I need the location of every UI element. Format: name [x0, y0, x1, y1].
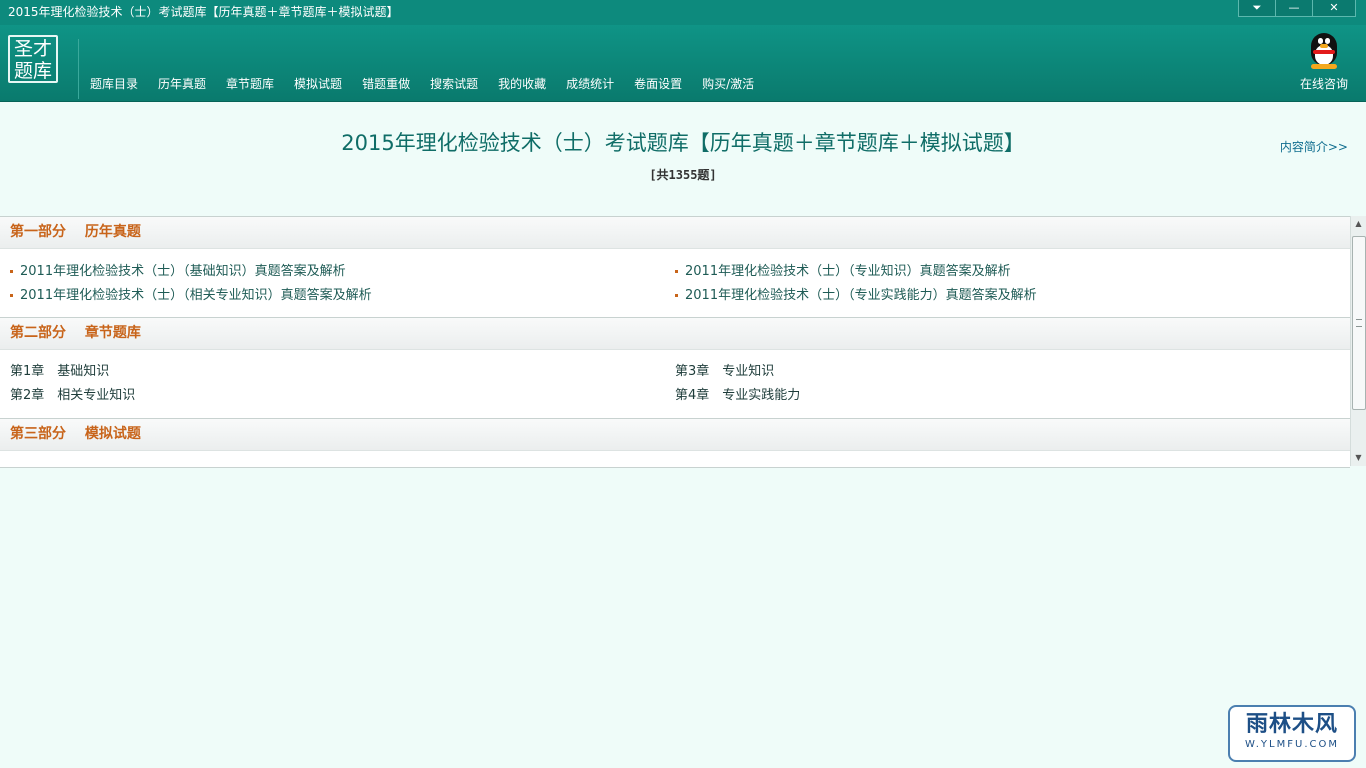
catalog-panel: 第一部分 历年真题 2011年理化检验技术（士）（基础知识）真题答案及解析 20… [0, 216, 1350, 468]
scrollbar-thumb[interactable] [1352, 236, 1366, 410]
list-item[interactable]: 2011年理化检验技术（士）（专业实践能力）真题答案及解析 [675, 287, 1037, 305]
qq-penguin-icon [1307, 33, 1341, 71]
list-item[interactable]: 2011年理化检验技术（士）（相关专业知识）真题答案及解析 [10, 287, 372, 305]
nav-chapter-bank[interactable]: 章节题库 [226, 75, 274, 93]
list-item[interactable]: 2011年理化检验技术（士）（基础知识）真题答案及解析 [10, 263, 346, 281]
title-bar: 2015年理化检验技术（士）考试题库【历年真题＋章节题库＋模拟试题】 ⏷ — ✕ [0, 0, 1366, 25]
vertical-scrollbar[interactable]: ▲ ▼ [1350, 216, 1366, 466]
header-toolbar: 圣才 题库 题库目录 历年真题 章节题库 模拟试题 错题重做 搜索试题 我的收藏… [0, 25, 1366, 102]
chapter-link[interactable]: 第2章 相关专业知识 [10, 387, 135, 405]
bullet-icon [675, 294, 678, 297]
nav-page-settings[interactable]: 卷面设置 [634, 75, 682, 93]
main-nav: 题库目录 历年真题 章节题库 模拟试题 错题重做 搜索试题 我的收藏 成绩统计 … [80, 75, 764, 93]
menu-dropdown-icon[interactable]: ⏷ [1238, 0, 1276, 17]
page-title: 2015年理化检验技术（士）考试题库【历年真题＋章节题库＋模拟试题】 [341, 131, 1025, 155]
nav-buy-activate[interactable]: 购买/激活 [702, 75, 754, 93]
section-heading-chapter-bank: 第二部分 章节题库 [0, 318, 1350, 350]
section-chapter-bank: 第1章 基础知识 第3章 专业知识 第2章 相关专业知识 第4章 专业实践能力 [0, 350, 1350, 419]
content-intro-link[interactable]: 内容简介>> [1280, 138, 1348, 155]
nav-mock-tests[interactable]: 模拟试题 [294, 75, 342, 93]
app-window: 2015年理化检验技术（士）考试题库【历年真题＋章节题库＋模拟试题】 ⏷ — ✕… [0, 0, 1366, 768]
nav-redo-wrong[interactable]: 错题重做 [362, 75, 410, 93]
watermark-sub: W.YLMFU.COM [1245, 739, 1339, 750]
question-count: [共1355题] [649, 168, 717, 182]
nav-past-exams[interactable]: 历年真题 [158, 75, 206, 93]
section-past-exams: 2011年理化检验技术（士）（基础知识）真题答案及解析 2011年理化检验技术（… [0, 249, 1350, 318]
chapter-link[interactable]: 第4章 专业实践能力 [675, 387, 800, 405]
bullet-icon [10, 270, 13, 273]
section-heading-mock-tests: 第三部分 模拟试题 [0, 419, 1350, 451]
online-consult-label: 在线咨询 [1299, 77, 1348, 91]
nav-search-questions[interactable]: 搜索试题 [430, 75, 478, 93]
list-item[interactable]: 2011年理化检验技术（士）（专业知识）真题答案及解析 [675, 263, 1011, 281]
section-mock-tests [0, 451, 1350, 467]
nav-score-stats[interactable]: 成绩统计 [566, 75, 614, 93]
logo-divider [78, 39, 79, 99]
watermark-logo: 雨林木风 W.YLMFU.COM [1228, 705, 1356, 762]
bullet-icon [10, 294, 13, 297]
grip-icon [1356, 319, 1362, 327]
bullet-icon [675, 270, 678, 273]
nav-my-favorites[interactable]: 我的收藏 [498, 75, 546, 93]
app-logo: 圣才 题库 [8, 35, 58, 83]
chapter-link[interactable]: 第3章 专业知识 [675, 363, 774, 381]
scroll-up-icon[interactable]: ▲ [1351, 216, 1366, 232]
watermark-main: 雨林木风 [1245, 712, 1338, 737]
online-consult-button[interactable]: 在线咨询 [1294, 33, 1354, 92]
chapter-link[interactable]: 第1章 基础知识 [10, 363, 109, 381]
nav-question-bank-catalog[interactable]: 题库目录 [90, 75, 138, 93]
minimize-button[interactable]: — [1275, 0, 1313, 17]
window-title: 2015年理化检验技术（士）考试题库【历年真题＋章节题库＋模拟试题】 [8, 5, 399, 19]
logo-line-1: 圣才 [13, 38, 52, 60]
window-controls: ⏷ — ✕ [1238, 0, 1356, 17]
close-button[interactable]: ✕ [1312, 0, 1356, 17]
scroll-down-icon[interactable]: ▼ [1351, 450, 1366, 466]
section-heading-past-exams: 第一部分 历年真题 [0, 217, 1350, 249]
logo-line-2: 题库 [13, 60, 52, 82]
